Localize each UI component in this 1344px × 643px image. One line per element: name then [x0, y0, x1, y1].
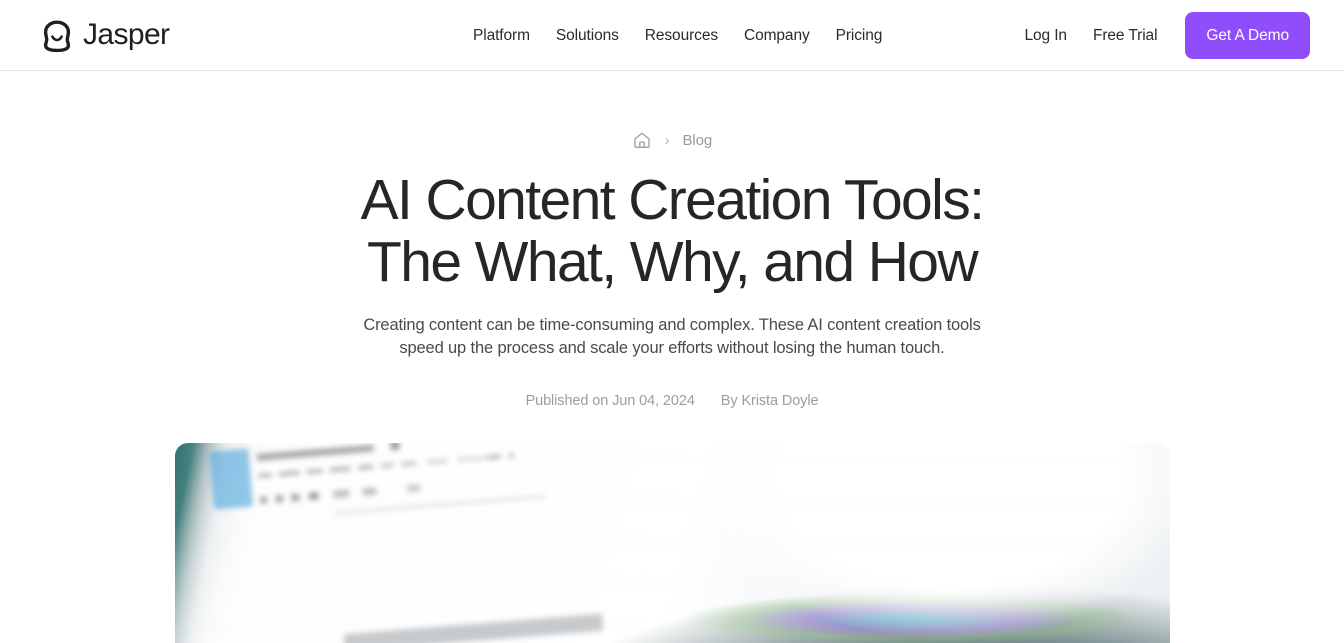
jasper-smile-logo-icon: [43, 20, 71, 52]
nav-item-pricing[interactable]: Pricing: [836, 27, 883, 45]
hero-image: [174, 443, 1170, 643]
brand-name: Jasper: [83, 17, 170, 51]
nav-item-solutions[interactable]: Solutions: [556, 27, 619, 45]
home-icon: [634, 132, 650, 148]
hero-image-photo: [174, 443, 1170, 643]
doc-app-icon: [209, 448, 254, 511]
page-title-line-2: The What, Why, and How: [367, 230, 979, 294]
doc-ruler: [334, 494, 546, 516]
breadcrumb-home-link[interactable]: [632, 130, 652, 150]
published-date: Published on Jun 04, 2024: [525, 393, 695, 409]
breadcrumb-current[interactable]: Blog: [683, 132, 713, 149]
site-header: Jasper Platform Solutions Resources Comp…: [0, 0, 1344, 71]
free-trial-link[interactable]: Free Trial: [1080, 27, 1170, 45]
get-a-demo-button[interactable]: Get A Demo: [1185, 12, 1310, 59]
page-title-line-1: AI Content Creation Tools:: [360, 168, 985, 232]
doc-caret: [390, 443, 400, 451]
doc-body-text: [343, 613, 603, 643]
login-link[interactable]: Log In: [1011, 27, 1080, 45]
nav-item-company[interactable]: Company: [744, 27, 810, 45]
article-meta: Published on Jun 04, 2024 By Krista Doyl…: [526, 393, 819, 409]
header-actions: Log In Free Trial Get A Demo: [1011, 0, 1310, 71]
chevron-right-icon: ›: [664, 132, 670, 148]
article-hero: › Blog AI Content Creation Tools: The Wh…: [0, 71, 1344, 643]
doc-toolbar: [260, 479, 484, 504]
nav-item-platform[interactable]: Platform: [473, 27, 530, 45]
hero-image-document-ui: [206, 443, 770, 560]
doc-title-bar: [257, 445, 375, 461]
breadcrumb: › Blog: [632, 129, 712, 151]
brand-logo[interactable]: Jasper: [40, 0, 170, 71]
page-title: AI Content Creation Tools: The What, Why…: [360, 168, 985, 294]
article-author: By Krista Doyle: [720, 393, 819, 409]
nav-item-resources[interactable]: Resources: [645, 27, 718, 45]
article-subtitle: Creating content can be time-consuming a…: [363, 316, 981, 357]
main-navigation: Platform Solutions Resources Company Pri…: [473, 0, 882, 71]
